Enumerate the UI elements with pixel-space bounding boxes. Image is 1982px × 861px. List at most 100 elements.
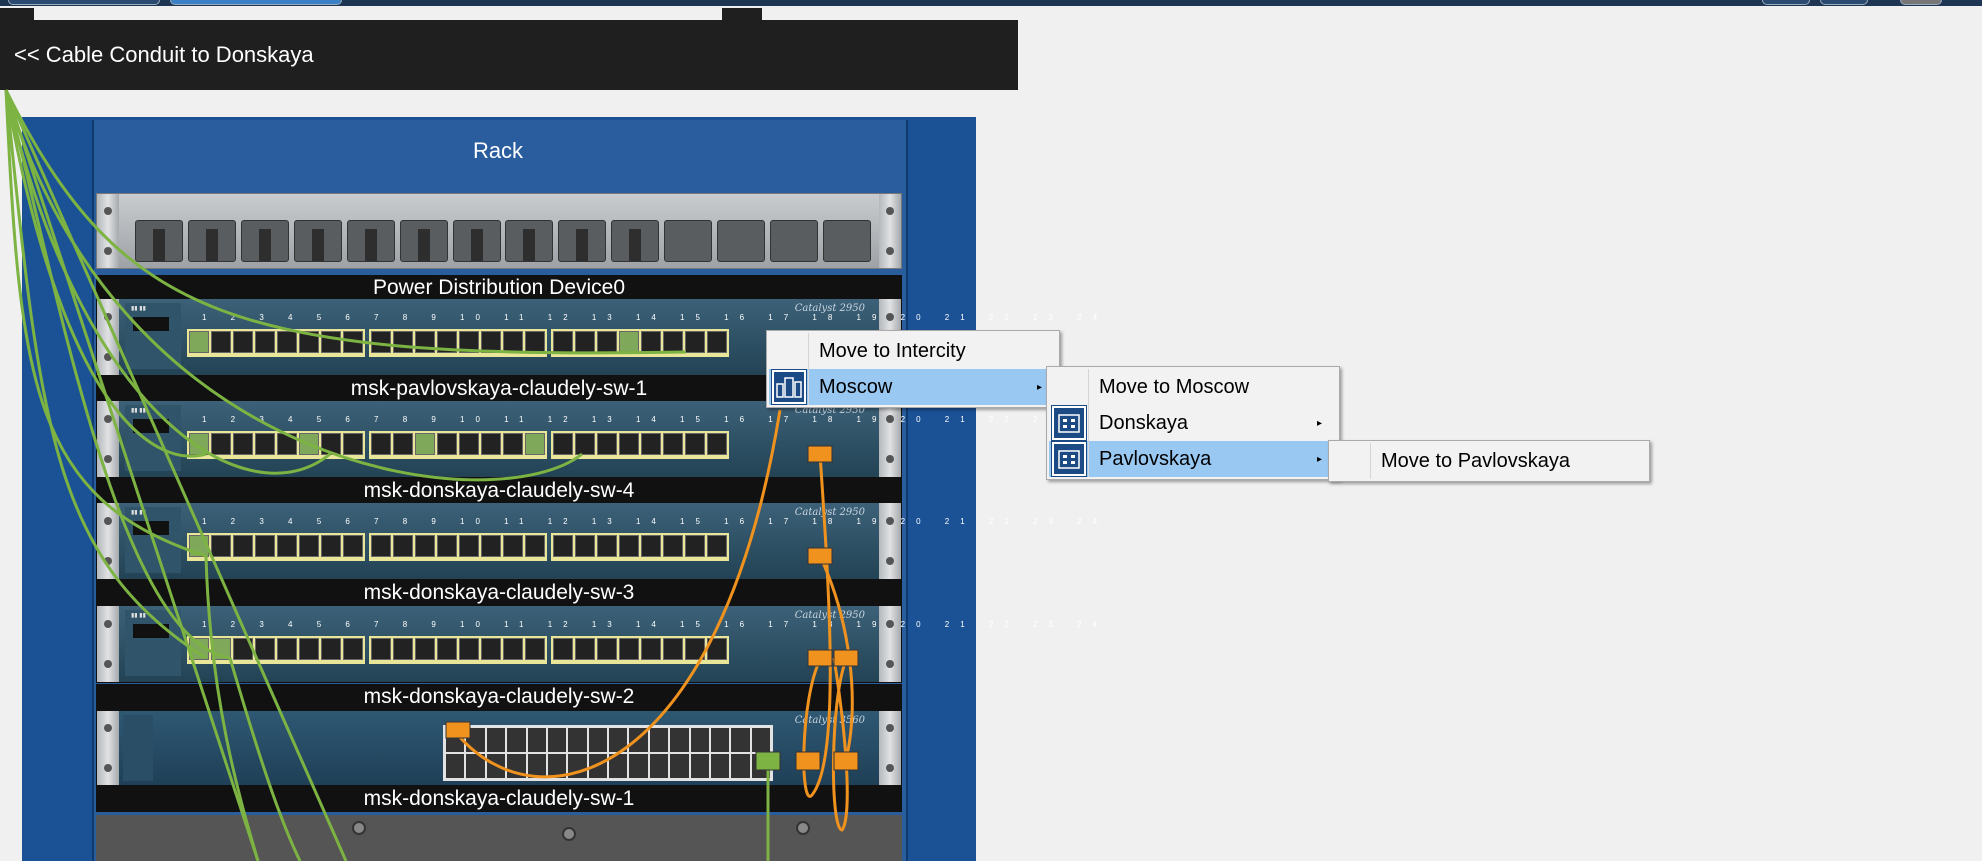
ethernet-port[interactable] xyxy=(321,433,341,455)
power-outlet[interactable] xyxy=(452,220,501,262)
ethernet-port[interactable] xyxy=(459,331,479,353)
ethernet-port[interactable] xyxy=(437,535,457,557)
ethernet-port[interactable] xyxy=(751,728,770,752)
ethernet-port[interactable] xyxy=(575,638,595,660)
ethernet-port[interactable] xyxy=(553,638,573,660)
switch-msk-donskaya-sw-1[interactable]: Catalyst 3560 xyxy=(96,710,902,786)
ethernet-port[interactable] xyxy=(233,638,253,660)
ethernet-port[interactable] xyxy=(690,754,709,778)
switch-msk-donskaya-sw-2[interactable]: ▮▮ ▮▮ 1 2 3 4 5 6 7 8 9 10 11 12 13 14 1… xyxy=(96,605,1097,683)
ethernet-port[interactable] xyxy=(503,331,523,353)
power-outlet[interactable] xyxy=(135,220,183,262)
ethernet-port[interactable] xyxy=(343,638,363,660)
ethernet-port[interactable] xyxy=(649,754,669,778)
ethernet-port[interactable] xyxy=(663,331,683,353)
ethernet-port[interactable] xyxy=(446,728,465,752)
ethernet-port[interactable] xyxy=(619,433,639,455)
ethernet-port[interactable] xyxy=(277,433,297,455)
power-distribution-device[interactable] xyxy=(96,193,902,269)
ethernet-port[interactable] xyxy=(393,535,413,557)
ethernet-port[interactable] xyxy=(299,433,319,455)
ethernet-port[interactable] xyxy=(486,754,506,778)
cable-conduit-back-link[interactable]: << Cable Conduit to Donskaya xyxy=(0,8,1018,90)
ethernet-port[interactable] xyxy=(575,535,595,557)
ethernet-port[interactable] xyxy=(629,728,648,752)
ethernet-port[interactable] xyxy=(609,728,628,752)
ethernet-port[interactable] xyxy=(437,331,457,353)
ethernet-port[interactable] xyxy=(503,638,523,660)
ethernet-port[interactable] xyxy=(255,331,275,353)
ethernet-port[interactable] xyxy=(547,728,567,752)
ethernet-port[interactable] xyxy=(707,638,727,660)
switch-msk-donskaya-sw-4[interactable]: ▮▮ ▮▮ 1 2 3 4 5 6 7 8 9 10 11 12 13 14 1… xyxy=(96,400,1097,478)
toolbar-button[interactable] xyxy=(1762,0,1810,5)
ethernet-port[interactable] xyxy=(685,433,705,455)
ethernet-port[interactable] xyxy=(393,638,413,660)
ethernet-port[interactable] xyxy=(641,535,661,557)
ethernet-port[interactable] xyxy=(707,433,727,455)
ethernet-port[interactable] xyxy=(641,331,661,353)
ethernet-port[interactable] xyxy=(663,535,683,557)
ethernet-port[interactable] xyxy=(525,535,545,557)
power-outlet[interactable] xyxy=(399,220,448,262)
ethernet-port[interactable] xyxy=(481,433,501,455)
ethernet-port[interactable] xyxy=(393,331,413,353)
console-port[interactable] xyxy=(133,419,169,433)
power-outlet[interactable] xyxy=(346,220,395,262)
ethernet-port[interactable] xyxy=(751,754,770,778)
ethernet-port[interactable] xyxy=(189,331,209,353)
ethernet-port[interactable] xyxy=(685,638,705,660)
ethernet-port[interactable] xyxy=(211,638,231,660)
ethernet-port[interactable] xyxy=(609,754,628,778)
ethernet-port[interactable] xyxy=(211,331,231,353)
ethernet-port[interactable] xyxy=(588,754,607,778)
ethernet-port[interactable] xyxy=(641,433,661,455)
ethernet-port[interactable] xyxy=(481,638,501,660)
ethernet-port[interactable] xyxy=(446,754,465,778)
ethernet-port[interactable] xyxy=(507,728,526,752)
ethernet-port[interactable] xyxy=(277,535,297,557)
power-outlet[interactable] xyxy=(505,220,554,262)
menu-item-move-to-moscow[interactable]: Move to Moscow xyxy=(1049,369,1337,405)
ethernet-port[interactable] xyxy=(299,331,319,353)
power-outlet[interactable] xyxy=(293,220,342,262)
ethernet-port[interactable] xyxy=(437,433,457,455)
ethernet-port[interactable] xyxy=(189,433,209,455)
ethernet-port[interactable] xyxy=(459,535,479,557)
ethernet-port[interactable] xyxy=(371,433,391,455)
ethernet-port[interactable] xyxy=(641,638,661,660)
ethernet-port[interactable] xyxy=(459,638,479,660)
ethernet-port[interactable] xyxy=(277,331,297,353)
ethernet-port[interactable] xyxy=(597,638,617,660)
ethernet-port[interactable] xyxy=(255,433,275,455)
ethernet-port[interactable] xyxy=(415,331,435,353)
ethernet-port[interactable] xyxy=(663,638,683,660)
ethernet-port[interactable] xyxy=(597,535,617,557)
ethernet-port[interactable] xyxy=(371,535,391,557)
console-port[interactable] xyxy=(133,317,169,331)
ethernet-port[interactable] xyxy=(685,331,705,353)
ethernet-port[interactable] xyxy=(597,433,617,455)
power-outlet[interactable] xyxy=(187,220,236,262)
ethernet-port[interactable] xyxy=(527,754,546,778)
ethernet-port[interactable] xyxy=(486,728,506,752)
ethernet-port[interactable] xyxy=(568,754,587,778)
ethernet-port[interactable] xyxy=(189,638,209,660)
ethernet-port[interactable] xyxy=(670,754,689,778)
ethernet-port[interactable] xyxy=(299,535,319,557)
ethernet-port[interactable] xyxy=(547,754,567,778)
ethernet-port[interactable] xyxy=(670,728,689,752)
ethernet-port[interactable] xyxy=(690,728,709,752)
toolbar-button[interactable] xyxy=(1820,0,1868,5)
menu-item-move-to-pavlovskaya[interactable]: Move to Pavlovskaya xyxy=(1331,443,1647,479)
ethernet-port[interactable] xyxy=(553,331,573,353)
toolbar-button[interactable] xyxy=(8,0,160,5)
ethernet-port[interactable] xyxy=(525,331,545,353)
toolbar-button[interactable] xyxy=(170,0,342,5)
ethernet-port[interactable] xyxy=(277,638,297,660)
console-port[interactable] xyxy=(133,521,169,535)
menu-item-move-to-intercity[interactable]: Move to Intercity xyxy=(769,333,1057,369)
ethernet-port[interactable] xyxy=(371,638,391,660)
ethernet-port[interactable] xyxy=(189,535,209,557)
power-outlet[interactable] xyxy=(770,220,819,262)
